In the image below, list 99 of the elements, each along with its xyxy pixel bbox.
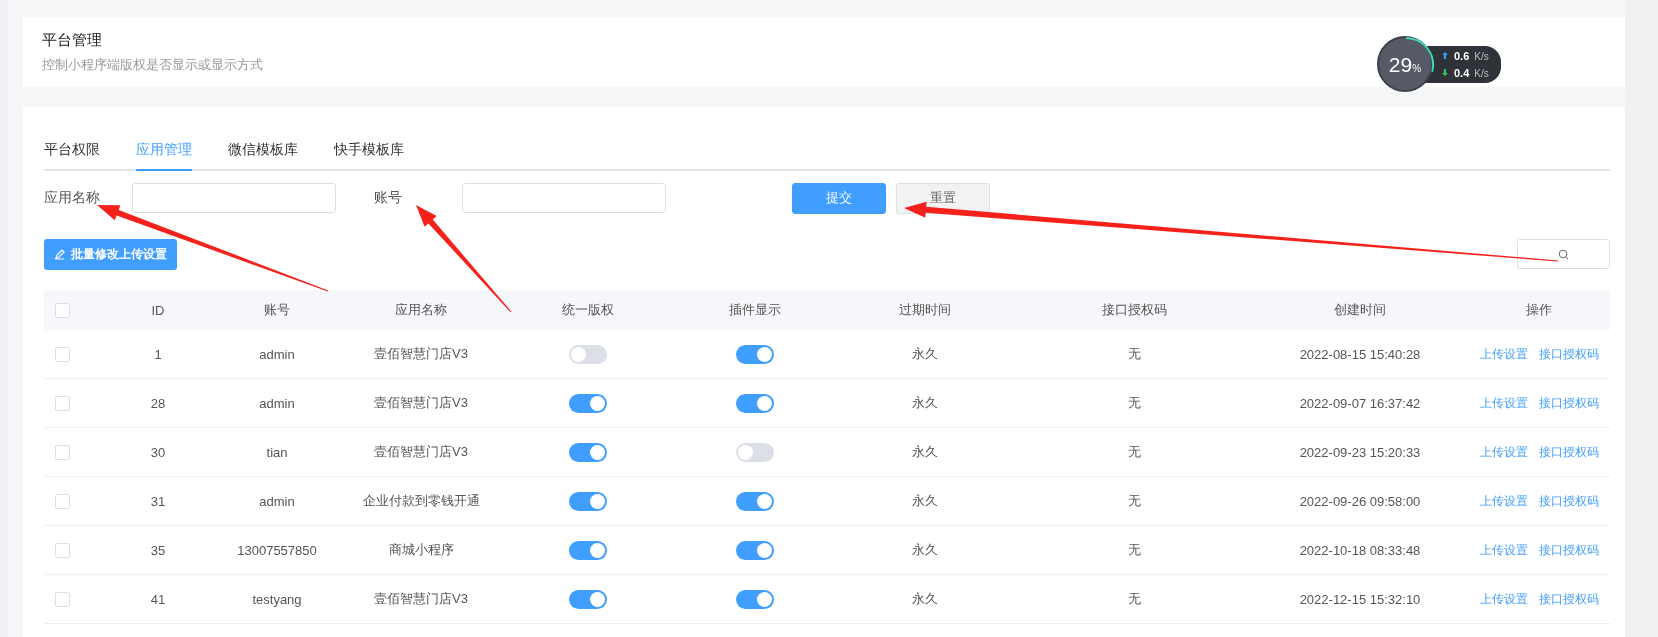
table-cell-text: 2022-09-07 16:37:42 bbox=[1298, 395, 1422, 411]
toggle-switch[interactable] bbox=[736, 589, 774, 609]
column-header: ID bbox=[150, 302, 166, 318]
page-subtitle: 控制小程序端版权是否显示或显示方式 bbox=[42, 56, 263, 74]
speed-unit: K/s bbox=[1474, 50, 1489, 62]
table-cell-text: 永久 bbox=[911, 541, 939, 559]
table-cell-text: 2022-08-15 15:40:28 bbox=[1298, 346, 1422, 362]
row-checkbox[interactable] bbox=[55, 542, 70, 558]
toggle-switch[interactable] bbox=[569, 540, 607, 560]
table-cell-text: 壹佰智慧门店V3 bbox=[373, 590, 469, 608]
table-cell-text: admin bbox=[258, 493, 296, 509]
action-link[interactable]: 上传设置 bbox=[1479, 345, 1528, 363]
tab[interactable]: 应用管理 bbox=[136, 135, 192, 171]
action-link[interactable]: 上传设置 bbox=[1479, 541, 1528, 559]
column-header: 接口授权码 bbox=[1100, 301, 1168, 319]
toggle-switch[interactable] bbox=[736, 393, 774, 413]
action-link[interactable]: 接口授权码 bbox=[1538, 394, 1599, 412]
column-header: 过期时间 bbox=[898, 301, 952, 319]
table-cell-text: 无 bbox=[1126, 394, 1142, 412]
table-cell-text: 无 bbox=[1126, 345, 1142, 363]
field-label: 账号 bbox=[374, 189, 403, 207]
search-field[interactable] bbox=[1517, 239, 1610, 269]
table-cell-text: 2022-10-18 08:33:48 bbox=[1298, 542, 1422, 558]
table-cell-text: 30 bbox=[149, 444, 167, 460]
toggle-switch[interactable] bbox=[736, 491, 774, 511]
column-header: 账号 bbox=[263, 301, 291, 319]
table-cell-text: 无 bbox=[1126, 443, 1142, 461]
down-arrow-icon bbox=[1441, 67, 1449, 77]
toggle-switch[interactable] bbox=[569, 491, 607, 511]
action-link[interactable]: 上传设置 bbox=[1479, 492, 1528, 510]
row-checkbox[interactable] bbox=[55, 395, 70, 411]
column-header: 应用名称 bbox=[394, 301, 448, 319]
action-link[interactable]: 接口授权码 bbox=[1538, 590, 1599, 608]
column-header: 插件显示 bbox=[728, 301, 782, 319]
tab[interactable]: 微信模板库 bbox=[228, 135, 298, 171]
action-link[interactable]: 上传设置 bbox=[1479, 590, 1528, 608]
table-cell-text: admin bbox=[258, 395, 296, 411]
submit-button[interactable]: 提交 bbox=[792, 182, 886, 214]
table-cell-text: 无 bbox=[1126, 541, 1142, 559]
row-checkbox[interactable] bbox=[55, 346, 70, 362]
action-link[interactable]: 接口授权码 bbox=[1538, 492, 1599, 510]
action-link[interactable]: 上传设置 bbox=[1479, 394, 1528, 412]
table-cell-text: 永久 bbox=[911, 492, 939, 510]
input-field[interactable] bbox=[462, 183, 666, 213]
table-cell-text: 13007557850 bbox=[236, 542, 318, 558]
table-cell-text: 无 bbox=[1126, 492, 1142, 510]
table-cell-text: 31 bbox=[149, 493, 167, 509]
tab[interactable]: 平台权限 bbox=[44, 135, 100, 171]
action-link[interactable]: 接口授权码 bbox=[1538, 541, 1599, 559]
table-cell-text: 无 bbox=[1126, 590, 1142, 608]
table-cell-text: 企业付款到零钱开通 bbox=[361, 492, 481, 510]
table-cell-text: admin bbox=[258, 346, 296, 362]
input-field[interactable] bbox=[132, 183, 336, 213]
table-cell-text: 永久 bbox=[911, 345, 939, 363]
toggle-switch[interactable] bbox=[736, 540, 774, 560]
table-cell-text: testyang bbox=[251, 591, 303, 607]
action-link[interactable]: 接口授权码 bbox=[1538, 345, 1599, 363]
row-checkbox[interactable] bbox=[55, 591, 70, 607]
cpu-percent: 29 bbox=[1388, 53, 1413, 77]
column-header: 统一版权 bbox=[561, 301, 615, 319]
table-cell-text: 壹佰智慧门店V3 bbox=[373, 345, 469, 363]
table-cell-text: tian bbox=[265, 444, 289, 460]
action-link[interactable]: 上传设置 bbox=[1479, 443, 1528, 461]
table-cell-text: 壹佰智慧门店V3 bbox=[373, 443, 469, 461]
table-cell-text: 2022-09-26 09:58:00 bbox=[1298, 493, 1422, 509]
table-cell-text: 商城小程序 bbox=[387, 541, 455, 559]
up-arrow-icon bbox=[1441, 50, 1449, 60]
toggle-switch[interactable] bbox=[736, 344, 774, 364]
toggle-switch[interactable] bbox=[569, 344, 607, 364]
table-cell-text: 永久 bbox=[911, 394, 939, 412]
table-cell-text: 2022-12-15 15:32:10 bbox=[1298, 591, 1422, 607]
row-checkbox[interactable] bbox=[55, 493, 70, 509]
row-checkbox[interactable] bbox=[55, 444, 70, 460]
toggle-switch[interactable] bbox=[569, 589, 607, 609]
pencil-icon bbox=[54, 248, 65, 260]
download-speed: 0.4 bbox=[1454, 66, 1470, 79]
select-all-checkbox[interactable] bbox=[55, 302, 70, 318]
toggle-switch[interactable] bbox=[569, 442, 607, 462]
table-cell-text: 28 bbox=[149, 395, 167, 411]
speed-unit: K/s bbox=[1474, 67, 1489, 79]
table-cell-text: 1 bbox=[153, 346, 163, 362]
tab[interactable]: 快手模板库 bbox=[334, 135, 404, 171]
column-header: 操作 bbox=[1525, 301, 1553, 319]
action-link[interactable]: 接口授权码 bbox=[1538, 443, 1599, 461]
toggle-switch[interactable] bbox=[736, 442, 774, 462]
percent-unit: % bbox=[1412, 63, 1422, 74]
upload-speed: 0.6 bbox=[1454, 49, 1470, 62]
table-cell-text: 35 bbox=[149, 542, 167, 558]
table-cell-text: 永久 bbox=[911, 443, 939, 461]
search-icon bbox=[1558, 248, 1569, 260]
toggle-switch[interactable] bbox=[569, 393, 607, 413]
field-label: 应用名称 bbox=[44, 189, 101, 207]
batch-edit-button[interactable]: 批量修改上传设置 bbox=[44, 238, 177, 270]
table-cell-text: 永久 bbox=[911, 590, 939, 608]
table-cell-text: 41 bbox=[149, 591, 167, 607]
column-header: 创建时间 bbox=[1333, 301, 1387, 319]
table-cell-text: 2022-09-23 15:20:33 bbox=[1298, 444, 1422, 460]
page-title: 平台管理 bbox=[42, 31, 102, 50]
table-cell-text: 壹佰智慧门店V3 bbox=[373, 394, 469, 412]
